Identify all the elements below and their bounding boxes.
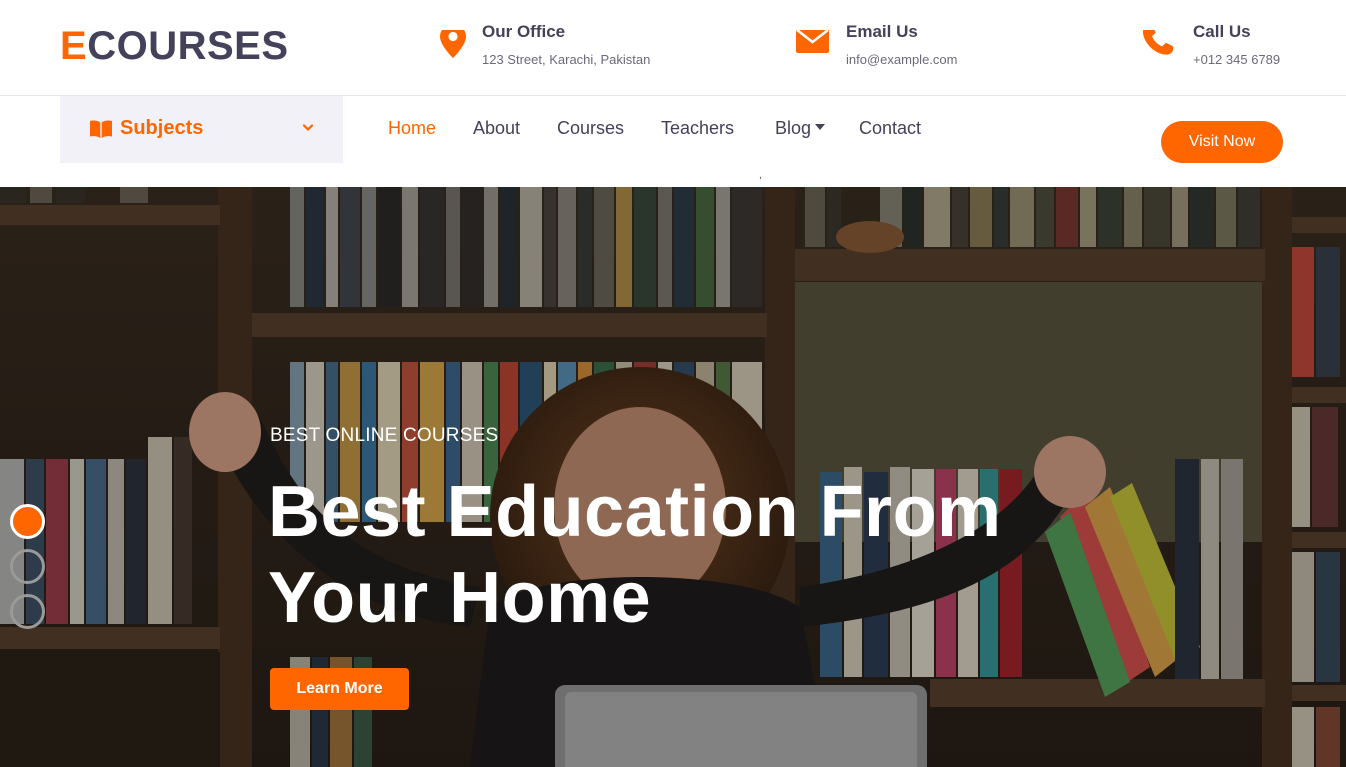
call-title: Call Us	[1193, 22, 1251, 41]
top-header: ECOURSES Our Office 123 Street, Karachi,…	[0, 0, 1346, 96]
call-info: Call Us +012 345 6789	[1143, 22, 1293, 72]
subjects-dropdown[interactable]: Subjects	[60, 96, 343, 163]
envelope-icon	[796, 30, 829, 53]
visit-now-button[interactable]: Visit Now	[1161, 121, 1283, 163]
subjects-label: Subjects	[120, 117, 204, 139]
brand-logo[interactable]: ECOURSES	[60, 24, 289, 68]
nav-blog-label: Blog	[775, 118, 812, 138]
email-info: Email Us info@example.com	[796, 22, 986, 72]
office-address: 123 Street, Karachi, Pakistan	[482, 52, 651, 67]
nav-teachers[interactable]: Teachers	[661, 118, 734, 139]
chevron-down-icon	[302, 124, 314, 132]
nav-about[interactable]: About	[473, 118, 520, 139]
caret-down-icon	[815, 124, 826, 130]
book-open-icon	[90, 120, 112, 138]
office-title: Our Office	[482, 22, 566, 41]
stray-mark: ,	[759, 170, 762, 181]
logo-accent-letter: E	[60, 24, 88, 68]
map-marker-icon	[440, 30, 466, 58]
hero-carousel: BEST ONLINE COURSES Best Education From …	[0, 187, 1346, 767]
office-info: Our Office 123 Street, Karachi, Pakistan	[440, 22, 670, 72]
email-address[interactable]: info@example.com	[846, 52, 957, 67]
main-navbar: Subjects Home About Courses Teachers Blo…	[0, 96, 1346, 187]
nav-courses[interactable]: Courses	[557, 118, 624, 139]
hero-headline: Best Education From Your Home	[268, 472, 1002, 638]
carousel-indicator-1[interactable]	[10, 504, 45, 539]
learn-more-button[interactable]: Learn More	[270, 668, 409, 710]
nav-home[interactable]: Home	[388, 118, 436, 139]
call-number[interactable]: +012 345 6789	[1193, 52, 1280, 67]
logo-text: COURSES	[87, 24, 289, 68]
nav-blog-dropdown[interactable]: Blog	[775, 118, 826, 139]
phone-icon	[1143, 30, 1174, 55]
hero-eyebrow: BEST ONLINE COURSES	[270, 425, 499, 446]
carousel-indicator-3[interactable]	[10, 594, 45, 629]
carousel-indicator-2[interactable]	[10, 549, 45, 584]
nav-contact[interactable]: Contact	[859, 118, 921, 139]
email-title: Email Us	[846, 22, 918, 41]
